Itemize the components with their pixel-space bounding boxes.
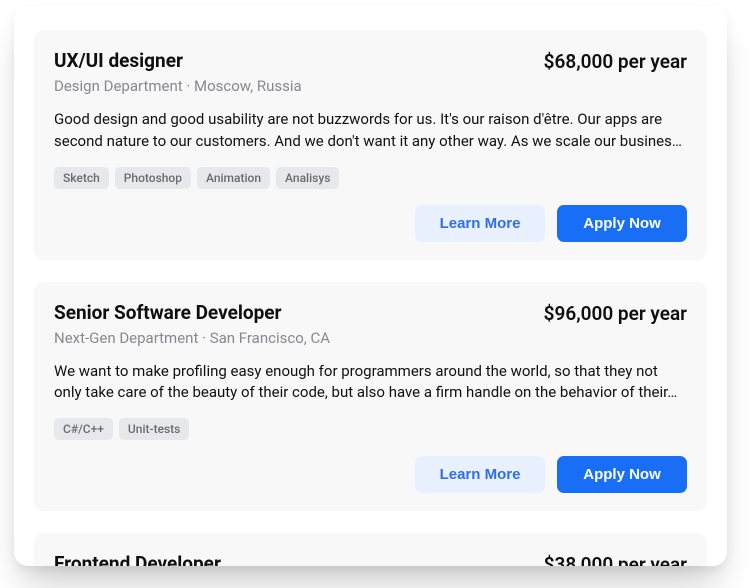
job-tag: Unit-tests [119, 418, 189, 440]
job-salary: $96,000 per year [532, 302, 687, 325]
job-card: Senior Software Developer $96,000 per yea… [34, 282, 707, 512]
job-title: Senior Software Developer [54, 302, 282, 325]
job-meta: Next-Gen Department · San Francisco, CA [54, 329, 687, 347]
job-card-header: Senior Software Developer $96,000 per yea… [54, 302, 687, 325]
learn-more-button[interactable]: Learn More [415, 456, 545, 493]
job-card-header: Frontend Developer $38,000 per year [54, 553, 687, 566]
job-actions: Learn More Apply Now [54, 205, 687, 242]
learn-more-button[interactable]: Learn More [415, 205, 545, 242]
job-list-panel: UX/UI designer $68,000 per year Design Dep… [14, 6, 727, 566]
job-tags: Sketch Photoshop Animation Analisys [54, 167, 687, 189]
job-title: Frontend Developer [54, 553, 221, 566]
job-description: Good design and good usability are not b… [54, 109, 687, 153]
apply-now-button[interactable]: Apply Now [557, 456, 687, 493]
job-actions: Learn More Apply Now [54, 456, 687, 493]
job-card: Frontend Developer$38,000 per yearDepart… [34, 533, 707, 566]
job-title: UX/UI designer [54, 50, 183, 73]
apply-now-button[interactable]: Apply Now [557, 205, 687, 242]
job-card: UX/UI designer $68,000 per year Design Dep… [34, 30, 707, 260]
job-tag: C#/C++ [54, 418, 113, 440]
job-tags: C#/C++ Unit-tests [54, 418, 687, 440]
job-salary: $38,000 per year [532, 553, 687, 566]
job-card-header: UX/UI designer $68,000 per year [54, 50, 687, 73]
job-tag: Photoshop [115, 167, 191, 189]
job-description: We want to make profiling easy enough fo… [54, 361, 687, 405]
job-tag: Animation [197, 167, 270, 189]
job-meta: Design Department · Moscow, Russia [54, 77, 687, 95]
job-salary: $68,000 per year [532, 50, 687, 73]
job-tag: Sketch [54, 167, 109, 189]
job-tag: Analisys [276, 167, 339, 189]
